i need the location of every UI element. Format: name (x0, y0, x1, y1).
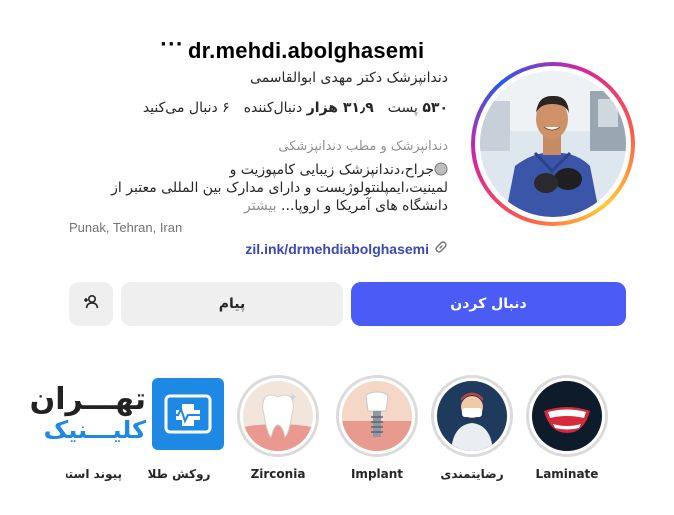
highlight-satisfaction[interactable] (431, 375, 513, 457)
profile-link-text[interactable]: zil.ink/drmehdiabolghasemi (245, 241, 429, 257)
following-stat[interactable]: ۶ دنبال می‌کنید (143, 100, 230, 116)
message-button[interactable]: پیام (121, 282, 343, 326)
profile-stats: ۵۳۰ پست ۳۱٫۹ هزار دنبال‌کننده ۶ دنبال می… (143, 100, 448, 116)
medical-cross-icon (152, 394, 224, 454)
highlight-label-bone-graft: پیوند استخوان (66, 467, 122, 481)
clinic-logo-subtitle: کلیـــنیک (43, 416, 146, 444)
add-user-icon (82, 293, 100, 315)
dentist-mask-icon (437, 381, 507, 451)
bio-more-link[interactable]: بیشتر (244, 198, 277, 214)
highlight-bone-graft[interactable]: تهـــران کلیـــنیک (10, 384, 146, 452)
highlight-label-zirconia: Zirconia (250, 467, 306, 481)
highlight-laminate[interactable] (526, 375, 608, 457)
suggest-users-button[interactable] (69, 282, 113, 326)
smile-teeth-icon (532, 381, 602, 451)
more-options-icon[interactable]: ··· (160, 34, 184, 55)
profile-username: dr.mehdi.abolghasemi (188, 38, 425, 63)
tooth-icon (243, 381, 313, 451)
profile-bio: جراح،دندانپزشک زیبایی کامپوزیت و لمینیت،… (111, 162, 448, 214)
highlight-label-gold-crown: روکش طلا (147, 467, 211, 481)
globe-icon (434, 162, 448, 178)
follow-button[interactable]: دنبال کردن (351, 282, 626, 326)
highlight-zirconia[interactable] (237, 375, 319, 457)
highlight-gold-crown[interactable] (152, 378, 224, 450)
posts-stat[interactable]: ۵۳۰ پست (388, 100, 448, 116)
highlight-label-implant: Implant (350, 467, 404, 481)
link-icon (434, 240, 448, 257)
highlight-label-laminate: Laminate (535, 467, 599, 481)
profile-link[interactable]: zil.ink/drmehdiabolghasemi (245, 240, 448, 257)
followers-stat[interactable]: ۳۱٫۹ هزار دنبال‌کننده (244, 100, 374, 116)
profile-category: دندانپزشک و مطب دندانپزشکی (278, 139, 448, 154)
implant-icon (342, 381, 412, 451)
highlight-implant[interactable] (336, 375, 418, 457)
profile-avatar[interactable] (480, 71, 626, 217)
profile-location[interactable]: Punak, Tehran, Iran (69, 220, 182, 235)
profile-full-name: دندانپزشک دکتر مهدی ابوالقاسمی (250, 70, 448, 86)
clinic-logo-title: تهـــران (29, 382, 146, 417)
highlight-label-satisfaction: رضایتمندی (440, 467, 504, 481)
